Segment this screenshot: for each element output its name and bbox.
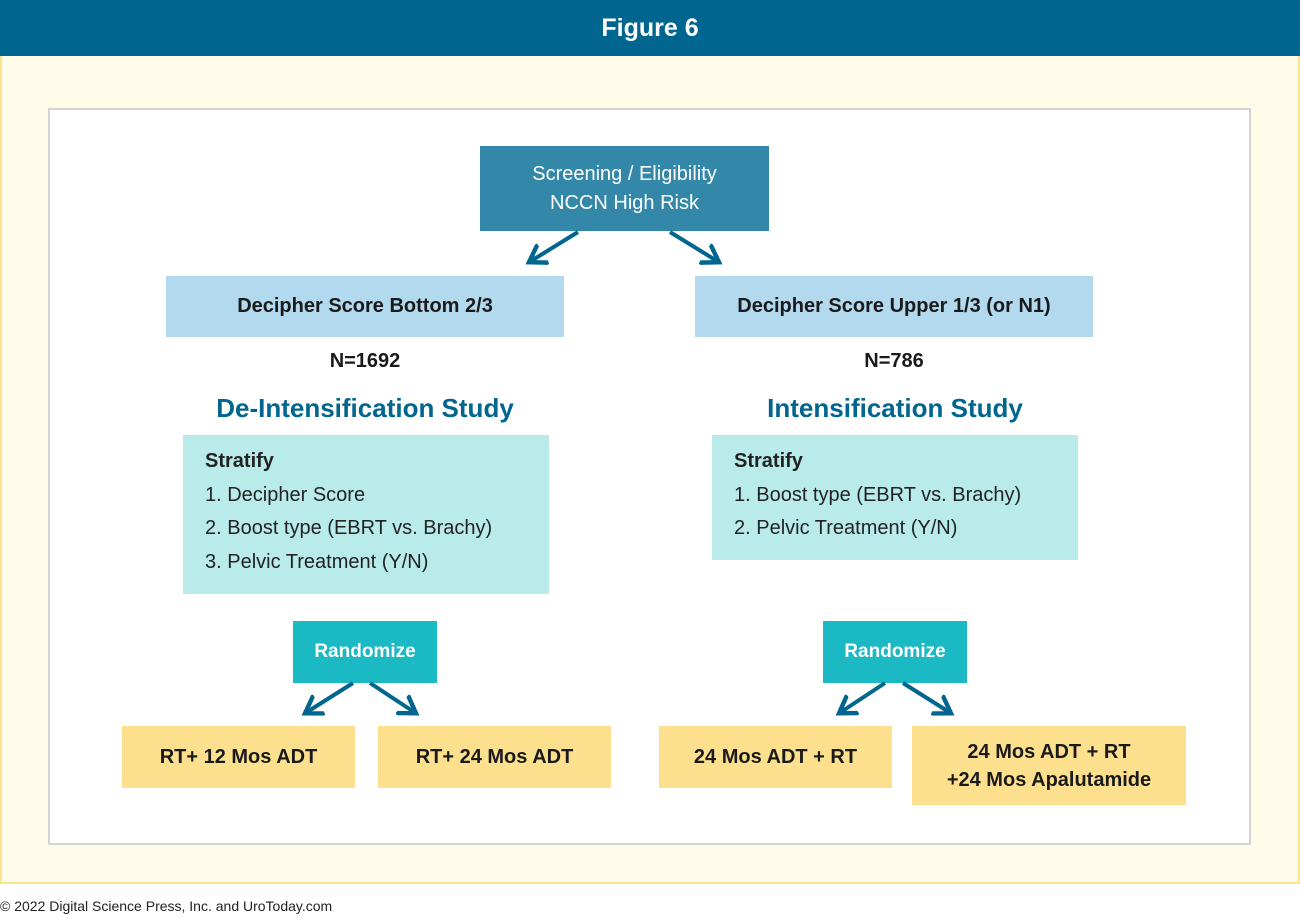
arrow-to-arm-rt-12 bbox=[307, 681, 355, 712]
arrow-layer bbox=[0, 230, 1300, 918]
arrow-to-decipher-upper bbox=[668, 230, 717, 261]
arrow-to-decipher-bottom bbox=[531, 230, 580, 261]
arrow-to-arm-24-adt-rt bbox=[841, 681, 887, 712]
arrow-to-arm-apalutamide bbox=[901, 681, 949, 712]
copyright-footer: © 2022 Digital Science Press, Inc. and U… bbox=[0, 898, 333, 914]
arrow-to-arm-rt-24 bbox=[368, 681, 414, 712]
